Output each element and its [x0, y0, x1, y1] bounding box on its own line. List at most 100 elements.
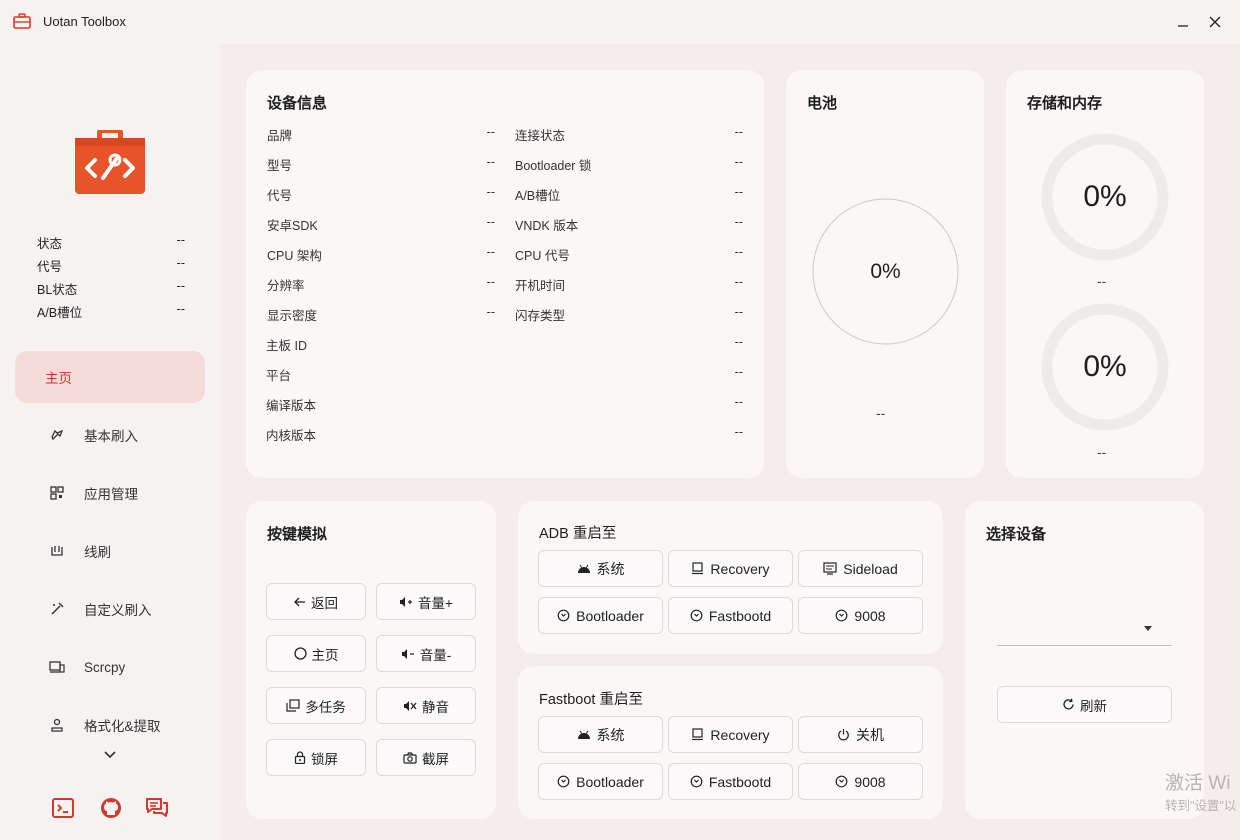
fastboot-reboot-recovery-button[interactable]: Recovery: [668, 716, 793, 753]
sidebar: 状态 -- 代号 -- BL状态 -- A/B槽位 -- 主页 基本刷入 应用管理 线刷…: [0, 44, 220, 840]
info-label: 内核版本: [266, 429, 317, 443]
reboot-icon: [690, 775, 703, 788]
info-label: CPU 代号: [515, 249, 570, 263]
fastboot-poweroff-button[interactable]: 关机: [798, 716, 923, 753]
github-icon[interactable]: [99, 796, 123, 820]
ab-slot-value: --: [176, 302, 185, 316]
fastboot-reboot-bootloader-button[interactable]: Bootloader: [538, 763, 663, 800]
info-value: --: [734, 215, 743, 229]
storage-title: 存储和内存: [1027, 95, 1103, 112]
info-label: 分辨率: [267, 279, 305, 293]
nav-item-wire-flash[interactable]: 线刷: [15, 525, 205, 577]
minimize-icon: [1178, 25, 1188, 27]
bl-status-row: BL状态 --: [37, 279, 185, 298]
info-value: --: [734, 275, 743, 289]
info-row: 安卓SDK --: [267, 215, 495, 234]
codename-label: 代号: [37, 260, 63, 274]
adb-reboot-sideload-button[interactable]: Sideload: [798, 550, 923, 587]
close-button[interactable]: [1200, 8, 1230, 36]
reboot-icon: [557, 775, 570, 788]
battery-gauge: 0%: [812, 198, 959, 345]
format-icon: [49, 717, 65, 733]
back-button[interactable]: 返回: [266, 583, 366, 620]
device-select-underline: [997, 645, 1172, 646]
select-device-title: 选择设备: [986, 526, 1047, 543]
status-row: 状态 --: [37, 233, 185, 252]
info-value: --: [486, 275, 495, 289]
adb-reboot-system-button[interactable]: 系统: [538, 550, 663, 587]
button-label: Recovery: [710, 560, 770, 577]
close-icon: [1209, 16, 1221, 28]
info-row: 开机时间 --: [515, 275, 743, 294]
reboot-icon: [557, 609, 570, 622]
info-label: 显示密度: [267, 309, 318, 323]
ab-slot-label: A/B槽位: [37, 306, 83, 320]
info-row: VNDK 版本 --: [515, 215, 743, 234]
device-info-title: 设备信息: [267, 95, 328, 112]
activation-watermark-hint: 转到"设置"以: [1165, 799, 1237, 813]
volume-up-button[interactable]: 音量+: [376, 583, 476, 620]
button-label: 9008: [854, 773, 886, 790]
button-label: 系统: [596, 726, 625, 743]
info-row: 平台 --: [266, 365, 743, 384]
nav-item-format-extract[interactable]: 格式化&提取: [15, 699, 205, 751]
info-row: 内核版本 --: [266, 425, 743, 444]
storage-gauge: 0%: [1040, 132, 1170, 262]
terminal-icon[interactable]: [51, 796, 75, 820]
reboot-icon: [836, 609, 848, 622]
button-label: 音量+: [418, 595, 453, 611]
mute-button[interactable]: 静音: [376, 687, 476, 724]
info-label: 连接状态: [515, 129, 566, 143]
button-label: Fastbootd: [708, 773, 772, 790]
key-sim-title: 按键模拟: [267, 526, 328, 543]
nav-item-app-manage[interactable]: 应用管理: [15, 467, 205, 519]
chevron-down-icon[interactable]: [103, 748, 117, 762]
refresh-button[interactable]: 刷新: [997, 686, 1172, 723]
title-bar: Uotan Toolbox: [0, 0, 1240, 44]
button-label: 返回: [311, 595, 338, 611]
adb-reboot-9008-button[interactable]: 9008: [798, 597, 923, 634]
button-label: Bootloader: [576, 773, 644, 790]
status-value: --: [176, 233, 185, 247]
info-value: --: [734, 305, 743, 319]
info-value: --: [734, 245, 743, 259]
info-label: 开机时间: [515, 279, 566, 293]
info-row: 型号 --: [267, 155, 495, 174]
info-row: 品牌 --: [267, 125, 495, 144]
device-select[interactable]: [997, 612, 1172, 644]
info-label: A/B槽位: [515, 189, 561, 203]
volume-down-button[interactable]: 音量-: [376, 635, 476, 672]
info-value: --: [734, 185, 743, 199]
info-row: 主板 ID --: [266, 335, 743, 354]
activation-watermark: 激活 Wi: [1165, 773, 1231, 794]
adb-reboot-bootloader-button[interactable]: Bootloader: [538, 597, 663, 634]
home-button[interactable]: 主页: [266, 635, 366, 672]
adb-reboot-recovery-button[interactable]: Recovery: [668, 550, 793, 587]
info-label: 型号: [267, 159, 293, 173]
screenshot-button[interactable]: 截屏: [376, 739, 476, 776]
nav-item-home[interactable]: 主页: [15, 351, 205, 403]
lock-screen-button[interactable]: 锁屏: [266, 739, 366, 776]
multitask-button[interactable]: 多任务: [266, 687, 366, 724]
info-row: Bootloader 锁 --: [515, 155, 743, 174]
fastboot-reboot-9008-button[interactable]: 9008: [798, 763, 923, 800]
info-label: VNDK 版本: [515, 219, 579, 233]
nav-item-scrcpy[interactable]: Scrcpy: [15, 641, 205, 693]
fastboot-reboot-fastbootd-button[interactable]: Fastbootd: [668, 763, 793, 800]
button-label: 多任务: [305, 699, 346, 715]
info-row: 显示密度 --: [267, 305, 495, 324]
chat-icon[interactable]: [145, 796, 169, 820]
nav-item-custom-flash[interactable]: 自定义刷入: [15, 583, 205, 635]
recovery-icon: [692, 562, 704, 575]
memory-percent: 0%: [1083, 350, 1127, 383]
volume-up-icon: [400, 596, 413, 607]
dropdown-arrow-icon: [1144, 626, 1152, 631]
window-title: Uotan Toolbox: [43, 14, 126, 29]
button-label: 截屏: [422, 751, 449, 767]
adb-reboot-fastbootd-button[interactable]: Fastbootd: [668, 597, 793, 634]
info-label: 主板 ID: [266, 339, 307, 353]
nav-item-basic-flash[interactable]: 基本刷入: [15, 409, 205, 461]
fastboot-reboot-system-button[interactable]: 系统: [538, 716, 663, 753]
minimize-button[interactable]: [1168, 8, 1198, 36]
memory-gauge: 0%: [1040, 302, 1170, 432]
